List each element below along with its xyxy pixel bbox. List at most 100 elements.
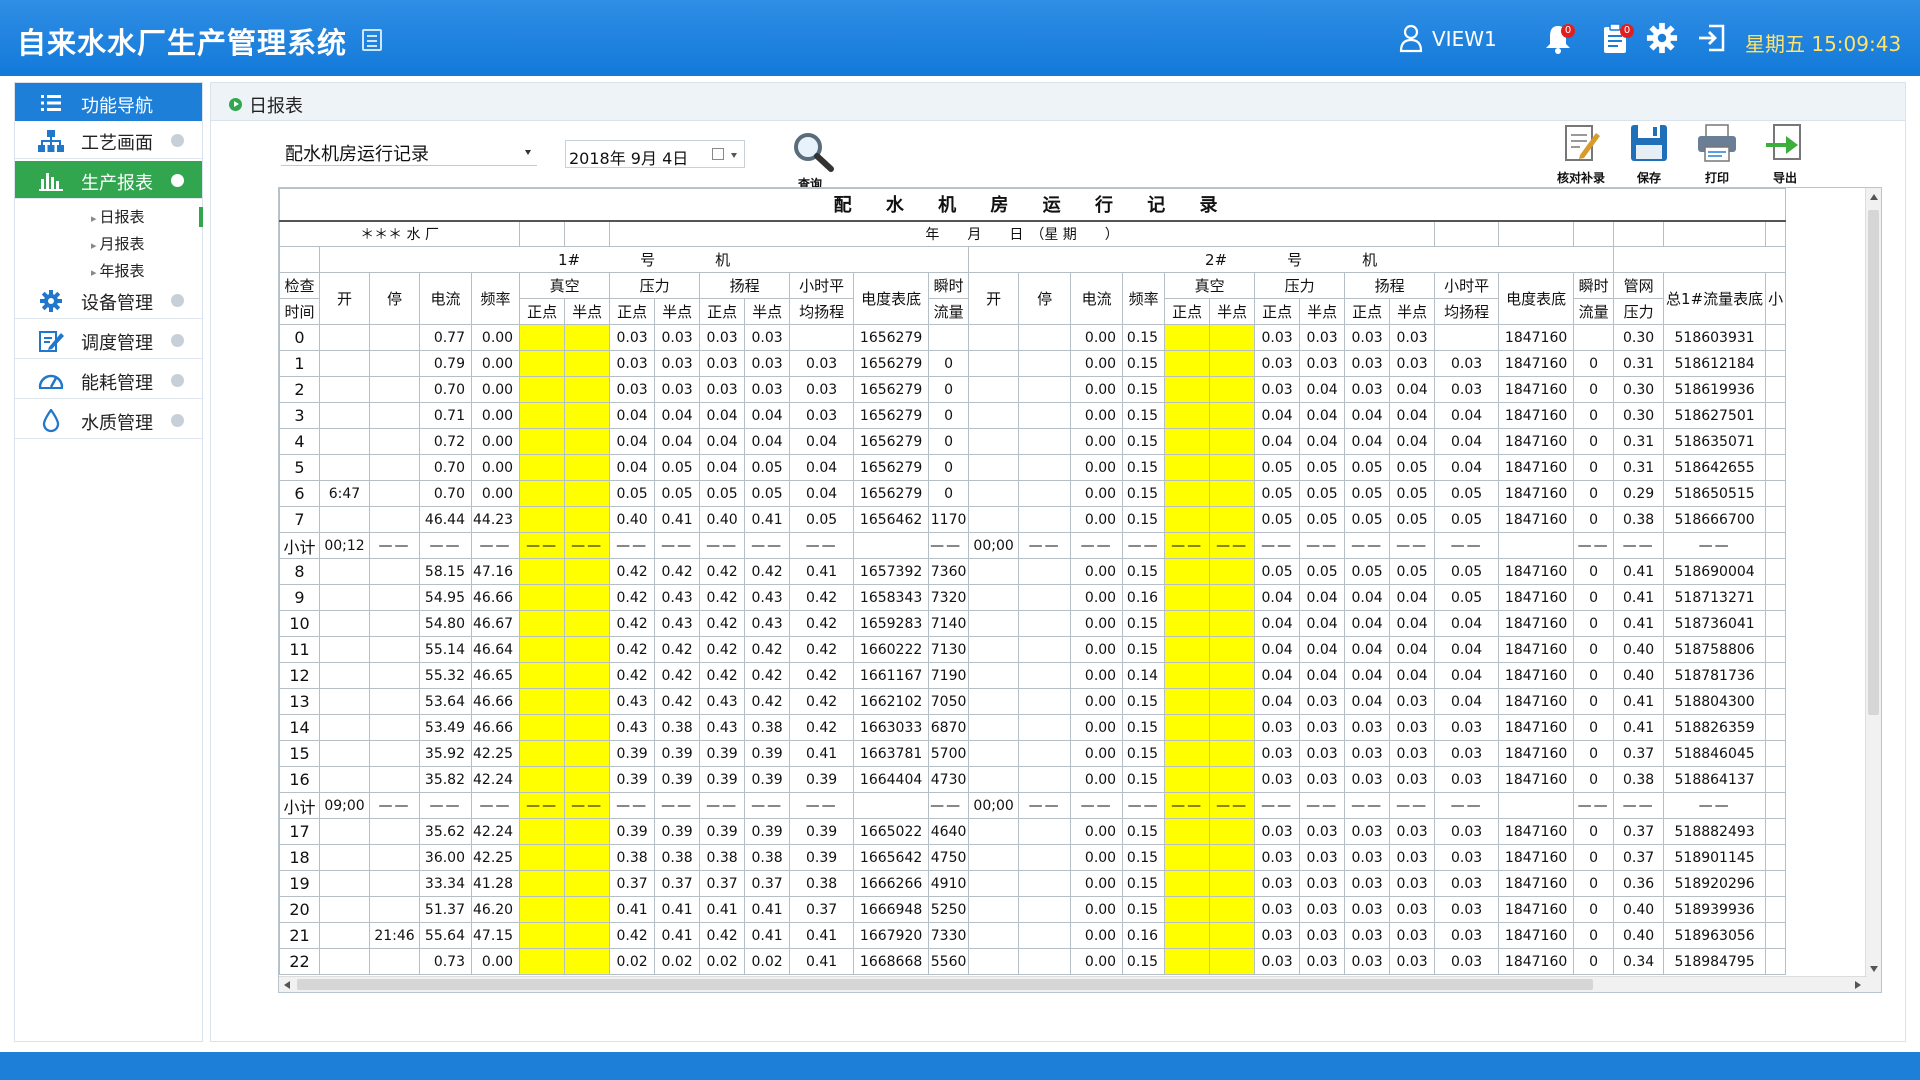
dash-cell: —— (1254, 792, 1301, 819)
table-cell: 0.00 (1070, 402, 1124, 429)
table-cell: 0.03 (1344, 766, 1391, 793)
calendar-icon[interactable] (712, 148, 724, 160)
table-cell: 0.15 (1122, 870, 1166, 897)
table-cell: 0.15 (1122, 324, 1166, 351)
table-cell: 46.66 (470, 714, 521, 741)
sidebar-item-label: 工艺画面 (81, 133, 153, 154)
dash-cell: —— (1434, 532, 1500, 559)
table-cell: 0.04 (1254, 610, 1301, 637)
table-cell: 0.04 (654, 428, 701, 455)
horizontal-scrollbar[interactable] (279, 976, 1867, 992)
table-cell: 518666700 (1663, 506, 1767, 533)
table-cell: 1847160 (1498, 896, 1575, 923)
sidebar-item-water-quality[interactable]: 水质管理 (15, 401, 202, 439)
table-cell (1018, 662, 1072, 689)
table-cell: 0.04 (744, 402, 791, 429)
edit-note-icon (39, 331, 64, 352)
vacuum-cell (519, 948, 566, 975)
check-entry-button[interactable]: 核对补录 (1548, 123, 1614, 187)
table-cell: 0.03 (1299, 844, 1346, 871)
sub-item-daily[interactable]: 日报表 (91, 206, 145, 227)
col-vacuum: 真空 (519, 272, 611, 299)
search-button[interactable]: 查询 (781, 131, 839, 191)
table-cell: 0.15 (1122, 714, 1166, 741)
sidebar-item-energy[interactable]: 能耗管理 (15, 361, 202, 399)
table-cell: 0.37 (654, 870, 701, 897)
table-cell: 1662102 (853, 688, 930, 715)
scroll-down-icon[interactable] (1870, 966, 1878, 972)
menu-list-icon[interactable] (362, 29, 382, 51)
table-cell: 0 (1573, 922, 1615, 949)
sidebar-item-reports[interactable]: 生产报表 (15, 161, 202, 199)
table-cell: 0.05 (654, 454, 701, 481)
print-button[interactable]: 打印 (1684, 123, 1750, 187)
table-cell: 7360 (928, 558, 970, 585)
table-cell: 0.04 (609, 454, 656, 481)
user-icon[interactable] (1398, 22, 1424, 54)
vacuum-cell (519, 714, 566, 741)
col-current: 电流 (419, 272, 472, 325)
gear-icon[interactable] (1645, 22, 1679, 54)
list-icon (41, 95, 61, 111)
table-cell (1765, 766, 1787, 793)
table-cell: 44.23 (470, 506, 521, 533)
table-cell: 518612184 (1663, 350, 1767, 377)
col-flow-top: 瞬时 (928, 272, 970, 299)
table-row: 21 21:46 55.64 47.15 0.42 0.41 0.42 0.41 0.41 166… (279, 922, 1787, 949)
row-hour: 8 (279, 558, 320, 585)
table-cell: 518627501 (1663, 402, 1767, 429)
col-current-2: 电流 (1070, 272, 1124, 325)
vacuum-cell (564, 714, 611, 741)
table-cell: 36.00 (419, 844, 472, 871)
table-cell: 518826359 (1663, 714, 1767, 741)
user-name[interactable]: VIEW1 (1432, 27, 1497, 51)
table-cell: 4640 (928, 818, 970, 845)
vacuum-cell (564, 350, 611, 377)
dash-cell: —— (699, 792, 746, 819)
dash-cell: —— (1344, 532, 1391, 559)
table-cell: 0.04 (1434, 454, 1500, 481)
sub-item-monthly[interactable]: 月报表 (91, 233, 145, 254)
vacuum-cell (519, 428, 566, 455)
vacuum-cell (1164, 428, 1211, 455)
report-table-area[interactable]: 配 水 机 房 运 行 记 录 ＊＊＊ 水 厂 年 月 日 （星 期 ） 1# … (278, 187, 1882, 993)
table-row: 9 54.95 46.66 0.42 0.43 0.42 0.43 0.42 1658343 73… (279, 584, 1787, 611)
logout-icon[interactable] (1697, 22, 1727, 54)
report-type-select[interactable]: 配水机房运行记录 (281, 138, 537, 166)
table-cell (968, 350, 1020, 377)
table-cell: 1666266 (853, 870, 930, 897)
table-cell: 0.73 (419, 948, 472, 975)
chevron-down-icon[interactable] (731, 153, 737, 158)
export-icon (1766, 124, 1801, 160)
scroll-left-icon[interactable] (284, 981, 290, 989)
table-cell (1765, 454, 1787, 481)
table-cell: 0.40 (1613, 636, 1665, 663)
scroll-right-icon[interactable] (1855, 981, 1861, 989)
table-cell (968, 844, 1020, 871)
sub-item-yearly[interactable]: 年报表 (91, 260, 145, 281)
table-cell: 0.42 (609, 558, 656, 585)
table-cell (968, 402, 1020, 429)
vertical-scroll-thumb[interactable] (1868, 210, 1879, 715)
table-cell: 0 (1573, 662, 1615, 689)
app-window: 自来水水厂生产管理系统 VIEW1 0 0 星期五 15:09:43 功能导航 … (0, 0, 1920, 1080)
table-cell (968, 870, 1020, 897)
table-cell (369, 740, 420, 767)
sidebar-item-dispatch[interactable]: 调度管理 (15, 321, 202, 359)
vertical-scrollbar[interactable] (1865, 188, 1881, 992)
export-button[interactable]: 导出 (1752, 123, 1818, 187)
save-button[interactable]: 保存 (1616, 123, 1682, 187)
expand-dot-icon (171, 414, 184, 427)
date-picker[interactable]: 2018年 9月 4日 (565, 140, 745, 168)
col-head-point-2: 正点 (1344, 298, 1391, 325)
scroll-up-icon[interactable] (1870, 194, 1878, 200)
table-cell: 7050 (928, 688, 970, 715)
vacuum-cell (519, 402, 566, 429)
vacuum-cell (1164, 818, 1211, 845)
sidebar-item-equipment[interactable]: 设备管理 (15, 281, 202, 319)
table-cell: 0.04 (1434, 662, 1500, 689)
table-cell (319, 558, 370, 585)
sidebar-item-process[interactable]: 工艺画面 (15, 121, 202, 159)
report-table: 配 水 机 房 运 行 记 录 ＊＊＊ 水 厂 年 月 日 （星 期 ） 1# … (279, 188, 1787, 975)
horizontal-scroll-thumb[interactable] (297, 979, 1593, 990)
